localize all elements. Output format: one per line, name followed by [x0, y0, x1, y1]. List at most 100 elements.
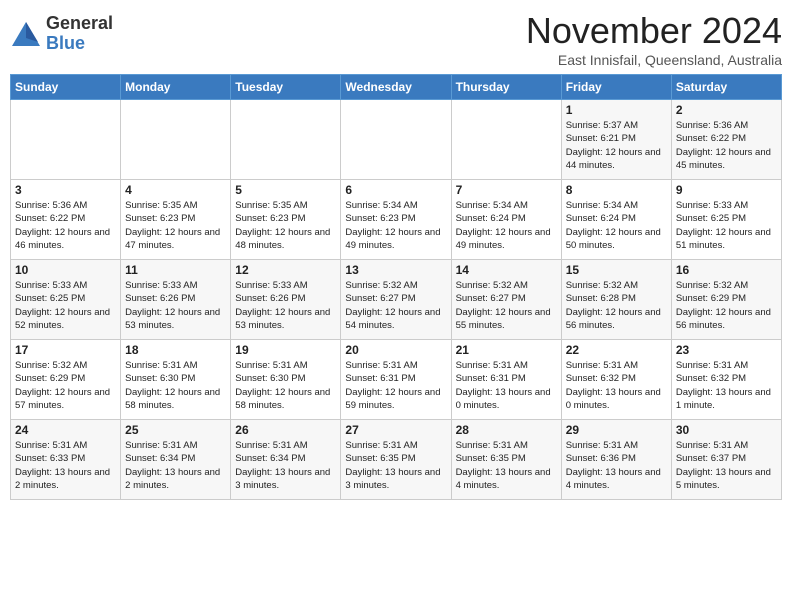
calendar-cell [121, 100, 231, 180]
day-number: 20 [345, 343, 446, 357]
week-row-1: 1 Sunrise: 5:37 AM Sunset: 6:21 PM Daylig… [11, 100, 782, 180]
logo-icon [10, 18, 42, 50]
day-info: Sunrise: 5:36 AM Sunset: 6:22 PM Dayligh… [15, 199, 116, 252]
day-info: Sunrise: 5:33 AM Sunset: 6:26 PM Dayligh… [235, 279, 336, 332]
day-info: Sunrise: 5:33 AM Sunset: 6:25 PM Dayligh… [676, 199, 777, 252]
day-info: Sunrise: 5:32 AM Sunset: 6:29 PM Dayligh… [676, 279, 777, 332]
day-number: 19 [235, 343, 336, 357]
calendar-cell: 7Sunrise: 5:34 AM Sunset: 6:24 PM Daylig… [451, 180, 561, 260]
day-number: 11 [125, 263, 226, 277]
calendar-cell: 23 Sunrise: 5:31 AM Sunset: 6:32 PM Dayli… [671, 340, 781, 420]
day-number: 4 [125, 183, 226, 197]
calendar-table: SundayMondayTuesdayWednesdayThursdayFrid… [10, 74, 782, 500]
day-info: Sunrise: 5:31 AM Sunset: 6:37 PM Dayligh… [676, 439, 777, 492]
day-number: 5 [235, 183, 336, 197]
calendar-cell: 3 Sunrise: 5:36 AM Sunset: 6:22 PM Daylig… [11, 180, 121, 260]
day-info: Sunrise: 5:37 AM Sunset: 6:21 PM Dayligh… [566, 119, 667, 172]
day-number: 15 [566, 263, 667, 277]
calendar-cell: 10 Sunrise: 5:33 AM Sunset: 6:25 PM Dayli… [11, 260, 121, 340]
calendar-cell: 19 Sunrise: 5:31 AM Sunset: 6:30 PM Dayli… [231, 340, 341, 420]
day-info: Sunrise: 5:34 AM Sunset: 6:24 PM Dayligh… [456, 199, 557, 252]
day-info: Sunrise: 5:31 AM Sunset: 6:31 PM Dayligh… [345, 359, 446, 412]
calendar-cell: 1 Sunrise: 5:37 AM Sunset: 6:21 PM Daylig… [561, 100, 671, 180]
day-number: 1 [566, 103, 667, 117]
calendar-cell: 28 Sunrise: 5:31 AM Sunset: 6:35 PM Dayli… [451, 420, 561, 500]
logo-blue-text: Blue [46, 34, 113, 54]
day-info: Sunrise: 5:31 AM Sunset: 6:35 PM Dayligh… [456, 439, 557, 492]
calendar-cell: 25Sunrise: 5:31 AM Sunset: 6:34 PM Dayli… [121, 420, 231, 500]
header-row: SundayMondayTuesdayWednesdayThursdayFrid… [11, 75, 782, 100]
calendar-cell: 21 Sunrise: 5:31 AM Sunset: 6:31 PM Dayli… [451, 340, 561, 420]
week-row-5: 24 Sunrise: 5:31 AM Sunset: 6:33 PM Dayli… [11, 420, 782, 500]
day-header-thursday: Thursday [451, 75, 561, 100]
day-info: Sunrise: 5:31 AM Sunset: 6:35 PM Dayligh… [345, 439, 446, 492]
day-info: Sunrise: 5:31 AM Sunset: 6:30 PM Dayligh… [235, 359, 336, 412]
day-info: Sunrise: 5:31 AM Sunset: 6:30 PM Dayligh… [125, 359, 226, 412]
day-info: Sunrise: 5:36 AM Sunset: 6:22 PM Dayligh… [676, 119, 777, 172]
day-number: 22 [566, 343, 667, 357]
day-number: 23 [676, 343, 777, 357]
week-row-4: 17Sunrise: 5:32 AM Sunset: 6:29 PM Dayli… [11, 340, 782, 420]
day-info: Sunrise: 5:31 AM Sunset: 6:34 PM Dayligh… [125, 439, 226, 492]
calendar-cell: 20 Sunrise: 5:31 AM Sunset: 6:31 PM Dayli… [341, 340, 451, 420]
day-info: Sunrise: 5:33 AM Sunset: 6:25 PM Dayligh… [15, 279, 116, 332]
calendar-cell: 5Sunrise: 5:35 AM Sunset: 6:23 PM Daylig… [231, 180, 341, 260]
day-number: 8 [566, 183, 667, 197]
day-number: 13 [345, 263, 446, 277]
calendar-cell: 26Sunrise: 5:31 AM Sunset: 6:34 PM Dayli… [231, 420, 341, 500]
day-number: 27 [345, 423, 446, 437]
day-header-sunday: Sunday [11, 75, 121, 100]
day-number: 21 [456, 343, 557, 357]
day-number: 16 [676, 263, 777, 277]
day-number: 2 [676, 103, 777, 117]
week-row-2: 3 Sunrise: 5:36 AM Sunset: 6:22 PM Daylig… [11, 180, 782, 260]
day-info: Sunrise: 5:34 AM Sunset: 6:23 PM Dayligh… [345, 199, 446, 252]
day-info: Sunrise: 5:32 AM Sunset: 6:28 PM Dayligh… [566, 279, 667, 332]
day-header-friday: Friday [561, 75, 671, 100]
day-header-monday: Monday [121, 75, 231, 100]
day-number: 6 [345, 183, 446, 197]
day-number: 14 [456, 263, 557, 277]
week-row-3: 10 Sunrise: 5:33 AM Sunset: 6:25 PM Dayli… [11, 260, 782, 340]
title-block: November 2024 East Innisfail, Queensland… [526, 10, 782, 68]
day-info: Sunrise: 5:35 AM Sunset: 6:23 PM Dayligh… [125, 199, 226, 252]
day-header-tuesday: Tuesday [231, 75, 341, 100]
day-info: Sunrise: 5:31 AM Sunset: 6:31 PM Dayligh… [456, 359, 557, 412]
day-header-saturday: Saturday [671, 75, 781, 100]
month-title: November 2024 [526, 10, 782, 52]
logo: General Blue [10, 14, 113, 54]
calendar-cell: 15 Sunrise: 5:32 AM Sunset: 6:28 PM Dayli… [561, 260, 671, 340]
day-info: Sunrise: 5:31 AM Sunset: 6:32 PM Dayligh… [566, 359, 667, 412]
day-number: 24 [15, 423, 116, 437]
day-number: 12 [235, 263, 336, 277]
day-info: Sunrise: 5:31 AM Sunset: 6:36 PM Dayligh… [566, 439, 667, 492]
calendar-cell: 8 Sunrise: 5:34 AM Sunset: 6:24 PM Daylig… [561, 180, 671, 260]
day-number: 3 [15, 183, 116, 197]
day-info: Sunrise: 5:31 AM Sunset: 6:33 PM Dayligh… [15, 439, 116, 492]
calendar-cell: 16 Sunrise: 5:32 AM Sunset: 6:29 PM Dayli… [671, 260, 781, 340]
logo-general-text: General [46, 14, 113, 34]
calendar-cell: 14Sunrise: 5:32 AM Sunset: 6:27 PM Dayli… [451, 260, 561, 340]
calendar-cell: 29 Sunrise: 5:31 AM Sunset: 6:36 PM Dayli… [561, 420, 671, 500]
day-number: 28 [456, 423, 557, 437]
calendar-cell: 27 Sunrise: 5:31 AM Sunset: 6:35 PM Dayli… [341, 420, 451, 500]
day-number: 18 [125, 343, 226, 357]
day-info: Sunrise: 5:32 AM Sunset: 6:27 PM Dayligh… [345, 279, 446, 332]
page-header: General Blue November 2024 East Innisfai… [10, 10, 782, 68]
calendar-cell: 22 Sunrise: 5:31 AM Sunset: 6:32 PM Dayli… [561, 340, 671, 420]
day-number: 10 [15, 263, 116, 277]
day-number: 17 [15, 343, 116, 357]
calendar-cell [341, 100, 451, 180]
day-info: Sunrise: 5:31 AM Sunset: 6:32 PM Dayligh… [676, 359, 777, 412]
calendar-cell: 12 Sunrise: 5:33 AM Sunset: 6:26 PM Dayli… [231, 260, 341, 340]
day-header-wednesday: Wednesday [341, 75, 451, 100]
calendar-cell: 9 Sunrise: 5:33 AM Sunset: 6:25 PM Daylig… [671, 180, 781, 260]
calendar-cell: 24 Sunrise: 5:31 AM Sunset: 6:33 PM Dayli… [11, 420, 121, 500]
calendar-cell: 6 Sunrise: 5:34 AM Sunset: 6:23 PM Daylig… [341, 180, 451, 260]
day-number: 9 [676, 183, 777, 197]
subtitle: East Innisfail, Queensland, Australia [526, 52, 782, 68]
calendar-cell: 18 Sunrise: 5:31 AM Sunset: 6:30 PM Dayli… [121, 340, 231, 420]
calendar-cell [451, 100, 561, 180]
day-number: 29 [566, 423, 667, 437]
day-info: Sunrise: 5:34 AM Sunset: 6:24 PM Dayligh… [566, 199, 667, 252]
